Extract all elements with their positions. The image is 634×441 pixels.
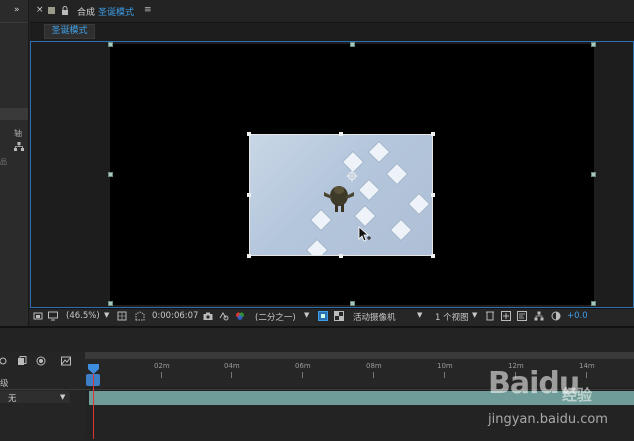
motion-blur-icon[interactable] xyxy=(36,356,46,366)
left-small-glyph: 品 xyxy=(0,158,7,166)
comp-handle[interactable] xyxy=(591,42,596,47)
parent-select-value: 无 xyxy=(8,394,17,404)
layer-handle[interactable] xyxy=(431,193,435,197)
parent-column-header: 级 xyxy=(0,379,9,389)
watermark-url: jingyan.baidu.com xyxy=(488,412,608,427)
channel-rgb-icon[interactable] xyxy=(235,311,245,321)
left-divider xyxy=(0,22,28,23)
current-timecode[interactable]: 0:00:06:07 xyxy=(152,311,198,321)
comp-handle[interactable] xyxy=(108,172,113,177)
zoom-dropdown-icon[interactable]: ▼ xyxy=(104,311,109,319)
ruler-tick xyxy=(161,372,162,378)
ruler-tick xyxy=(373,372,374,378)
ruler-tick-label: 14m xyxy=(579,362,595,370)
ruler-tick-label: 06m xyxy=(295,362,311,370)
ruler-tick xyxy=(302,372,303,378)
playhead-handle-icon[interactable] xyxy=(88,364,99,374)
layer-handle[interactable] xyxy=(247,193,251,197)
exposure-reset-icon[interactable] xyxy=(551,311,561,321)
panel-menu-icon[interactable]: ≡ xyxy=(144,5,152,15)
ruler-tick xyxy=(586,372,587,378)
ruler-tick-label: 04m xyxy=(224,362,240,370)
layer-handle[interactable] xyxy=(247,254,251,258)
comp-handle[interactable] xyxy=(108,301,113,306)
network-icon[interactable] xyxy=(14,142,24,151)
composition-name: 圣诞模式 xyxy=(98,8,135,18)
layer-selection-border xyxy=(249,134,433,256)
camera-dropdown-icon[interactable]: ▼ xyxy=(417,311,422,319)
playhead-line[interactable] xyxy=(93,366,94,439)
zoom-level[interactable]: (46.5%) xyxy=(66,311,100,321)
toggle-pixel-aspect-icon[interactable] xyxy=(485,311,495,321)
comp-handle[interactable] xyxy=(591,301,596,306)
anchor-point-icon[interactable] xyxy=(346,170,358,182)
ruler-tick-label: 02m xyxy=(154,362,170,370)
timeline-icon[interactable] xyxy=(517,311,527,321)
camera-select[interactable]: 活动摄像机 xyxy=(353,311,396,323)
ruler-tick xyxy=(231,372,232,378)
close-icon[interactable]: × xyxy=(36,5,44,15)
watermark-text: 经验 xyxy=(562,386,593,404)
comp-handle[interactable] xyxy=(350,301,355,306)
comp-handle[interactable] xyxy=(350,42,355,47)
camera-snapshot-icon[interactable] xyxy=(203,311,213,321)
view-layout-dropdown-icon[interactable]: ▼ xyxy=(472,311,477,319)
region-of-interest-icon[interactable] xyxy=(501,311,511,321)
layer-handle[interactable] xyxy=(431,254,435,258)
layer-handle[interactable] xyxy=(339,132,343,136)
left-panel-band xyxy=(0,108,28,120)
panel-type-label: 合成 xyxy=(77,8,96,18)
fast-previews-icon[interactable] xyxy=(318,311,328,321)
always-preview-icon[interactable] xyxy=(33,311,43,321)
mask-visibility-icon[interactable] xyxy=(135,311,145,321)
comp-handle[interactable] xyxy=(591,172,596,177)
chevron-down-icon[interactable]: ▼ xyxy=(60,393,65,401)
graph-editor-icon[interactable] xyxy=(61,356,71,366)
ruler-tick-label: 10m xyxy=(437,362,453,370)
ruler-tick xyxy=(444,372,445,378)
layer-handle[interactable] xyxy=(431,132,435,136)
flowchart-icon[interactable] xyxy=(534,311,544,321)
monitor-icon[interactable] xyxy=(48,311,58,321)
left-column-label: 轴 xyxy=(14,129,22,138)
work-area-bar[interactable] xyxy=(85,352,634,359)
layer-handle[interactable] xyxy=(247,132,251,136)
resolution-select[interactable]: (二分之一) xyxy=(255,311,296,323)
show-snapshot-icon[interactable] xyxy=(219,311,229,321)
comp-handle[interactable] xyxy=(108,42,113,47)
layer-handle[interactable] xyxy=(339,254,343,258)
exposure-value[interactable]: +0.0 xyxy=(567,311,588,321)
lock-icon[interactable] xyxy=(61,6,69,16)
transparency-grid-icon[interactable] xyxy=(334,311,344,321)
resolution-dropdown-icon[interactable]: ▼ xyxy=(304,311,309,319)
view-layout-select[interactable]: 1 个视图 xyxy=(435,311,469,323)
composition-tab[interactable]: 圣诞模式 xyxy=(44,24,95,39)
comp-mini-flowchart-icon[interactable] xyxy=(0,356,10,366)
safe-zone-icon[interactable] xyxy=(117,311,127,321)
draft-3d-icon[interactable] xyxy=(17,356,27,366)
mouse-cursor-icon xyxy=(358,226,371,242)
composition-color-icon xyxy=(48,7,55,14)
collapse-panel-icon[interactable]: » xyxy=(14,5,20,15)
ruler-tick-label: 08m xyxy=(366,362,382,370)
